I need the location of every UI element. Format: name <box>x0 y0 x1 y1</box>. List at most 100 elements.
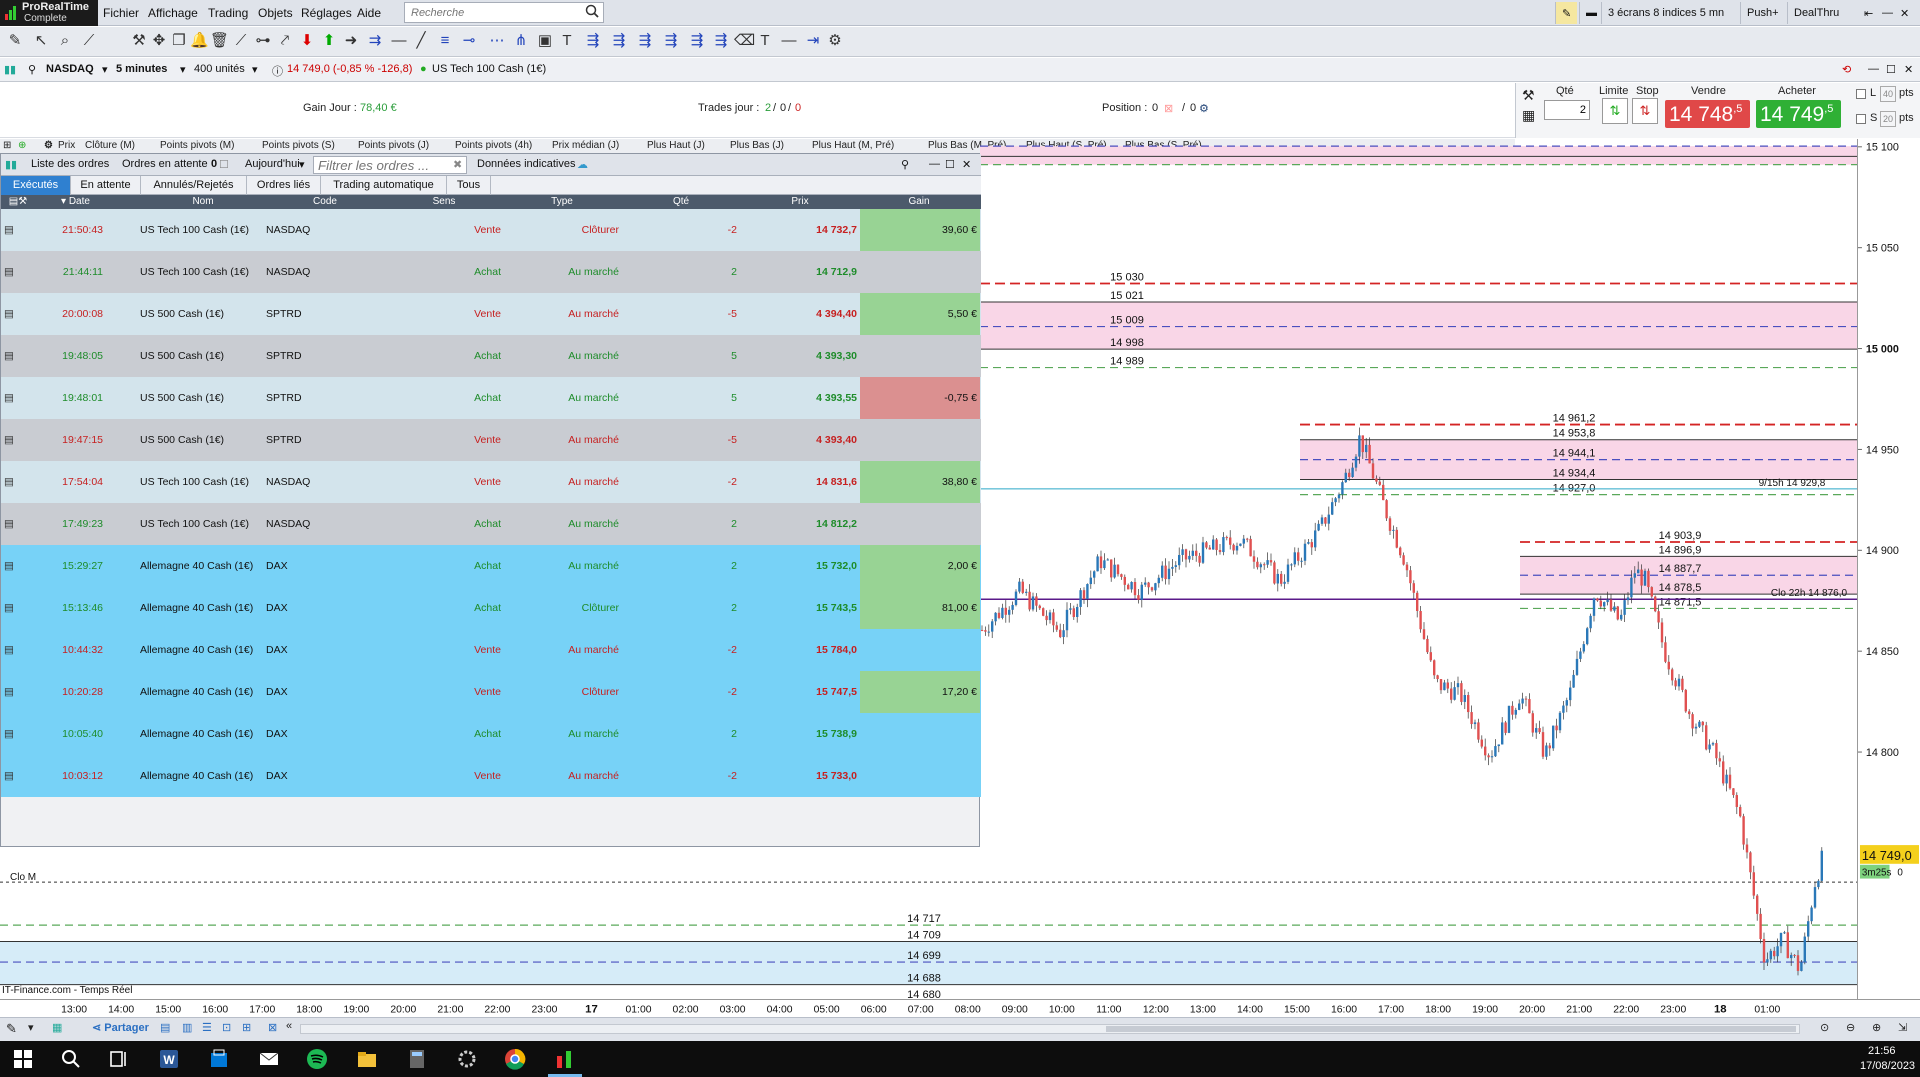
tab-tous[interactable]: Tous <box>447 176 491 195</box>
trendline-icon[interactable]: ⟋ <box>232 32 250 50</box>
table-row[interactable]: ▤ 21:50:43 US Tech 100 Cash (1€) NASDAQ Vent… <box>1 209 981 251</box>
trash-icon[interactable]: 🗑 <box>210 32 229 50</box>
table-row[interactable]: ▤ 10:03:12 Allemagne 40 Cash (1€) DAX Vente A… <box>1 755 981 797</box>
indicator-plus-icon[interactable]: ⊕ <box>18 140 26 151</box>
pen-icon[interactable]: ✎ <box>1555 2 1577 24</box>
pin-icon[interactable]: ⚲ <box>901 158 909 171</box>
scroll-left-icon[interactable]: « <box>286 1020 292 1032</box>
column-qte[interactable]: Qté <box>621 196 741 207</box>
arrow-up-icon[interactable]: ⬆ <box>320 32 338 50</box>
move-icon[interactable]: ✥ <box>150 32 168 50</box>
screener-icon[interactable]: ⊞ <box>242 1021 251 1034</box>
dealthru-button[interactable]: DealThru <box>1787 2 1845 24</box>
measure-icon[interactable]: ⇥ <box>804 32 822 50</box>
store-icon[interactable] <box>208 1048 230 1070</box>
table-row[interactable]: ▤ 17:54:04 US Tech 100 Cash (1€) NASDAQ Vent… <box>1 461 981 503</box>
table-row[interactable]: ▤ 15:13:46 Allemagne 40 Cash (1€) DAX Achat C… <box>1 587 981 629</box>
tab-ordres-lies[interactable]: Ordres liés <box>247 176 321 195</box>
word-icon[interactable]: W <box>158 1048 180 1070</box>
wand-icon[interactable]: ⚒ <box>130 32 148 50</box>
table-row[interactable]: ▤ 19:48:05 US 500 Cash (1€) SPTRD Achat Au ma… <box>1 335 981 377</box>
share-button[interactable]: ⋖ Partager <box>92 1021 149 1034</box>
eraser-icon[interactable]: ⌫ <box>734 32 755 50</box>
search-icon[interactable] <box>60 1048 82 1070</box>
limit-checkbox[interactable] <box>1856 89 1866 99</box>
price-chart[interactable]: 15 030 15 021 15 009 14 998 14 989 14 961,2 14… <box>980 139 1857 999</box>
column-nom[interactable]: Nom <box>141 196 265 207</box>
indicator-tool-icon[interactable]: ⊞ <box>3 140 11 151</box>
menu-objets[interactable]: Objets <box>258 6 293 20</box>
column-gain[interactable]: Gain <box>859 196 979 207</box>
indicator-tab[interactable]: Prix <box>58 140 75 151</box>
spotify-icon[interactable] <box>306 1048 328 1070</box>
columns-config-icon[interactable]: ▤⚒ <box>4 196 32 207</box>
tab-annules[interactable]: Annulés/Rejetés <box>141 176 247 195</box>
table-row[interactable]: ▤ 21:44:11 US Tech 100 Cash (1€) NASDAQ Acha… <box>1 251 981 293</box>
indicator-tab[interactable]: Points pivots (4h) <box>455 140 532 151</box>
units-select[interactable]: 400 unités <box>194 63 245 75</box>
timeframe-select[interactable]: 5 minutes <box>116 63 167 75</box>
code-icon[interactable]: ⊠ <box>268 1021 277 1034</box>
close-icon[interactable]: ✕ <box>962 158 971 171</box>
copy-icon[interactable]: ❐ <box>170 32 188 50</box>
chart-type-icon[interactable]: ▮▮ <box>4 63 16 76</box>
ruler-icon[interactable]: ⟋ <box>80 32 98 50</box>
minimize-icon[interactable]: — <box>1868 63 1879 75</box>
table-row[interactable]: ▤ 19:47:15 US 500 Cash (1€) SPTRD Vente Au ma… <box>1 419 981 461</box>
chart-icon[interactable]: ▥ <box>182 1021 192 1034</box>
table-icon[interactable]: ▤ <box>160 1021 170 1034</box>
pen-icon[interactable]: ✎ <box>6 1021 17 1037</box>
limit-order-button[interactable]: ⇅ <box>1602 98 1628 124</box>
indicator-tab[interactable]: Prix médian (J) <box>552 140 619 151</box>
close-position-icon[interactable]: ⊠ <box>1164 102 1173 115</box>
indicator-tab[interactable]: Plus Haut (J) <box>647 140 705 151</box>
chevron-down-icon[interactable]: ▾ <box>102 63 108 76</box>
table-row[interactable]: ▤ 17:49:23 US Tech 100 Cash (1€) NASDAQ Acha… <box>1 503 981 545</box>
calculator-icon[interactable]: ▦ <box>1522 107 1535 124</box>
table-row[interactable]: ▤ 10:20:28 Allemagne 40 Cash (1€) DAX Vente C… <box>1 671 981 713</box>
menu-reglages[interactable]: Réglages <box>301 6 352 20</box>
diag-line-icon[interactable]: ╱ <box>412 32 430 50</box>
stop-checkbox[interactable] <box>1856 114 1866 124</box>
column-date[interactable]: ▾ Date <box>61 196 141 207</box>
tab-trading-auto[interactable]: Trading automatique <box>321 176 447 195</box>
bell-icon[interactable]: 🔔 <box>190 32 209 50</box>
wave3-icon[interactable]: ⇶ <box>636 32 654 50</box>
segment-icon[interactable]: ⊶ <box>254 32 272 50</box>
note-tool-icon[interactable]: T <box>756 32 774 50</box>
chart-scrollbar[interactable] <box>300 1024 1800 1034</box>
chevron-down-icon[interactable]: ▾ <box>299 158 305 171</box>
text-tool-icon[interactable]: T <box>558 32 576 50</box>
search-icon[interactable] <box>585 4 599 18</box>
column-prix[interactable]: Prix <box>741 196 859 207</box>
link-icon[interactable]: ⚲ <box>28 63 36 76</box>
gear-icon[interactable]: ⚙ <box>1199 102 1209 115</box>
file-explorer-icon[interactable] <box>356 1048 378 1070</box>
calculator-icon[interactable] <box>406 1048 428 1070</box>
pitchfork-icon[interactable]: ⋔ <box>512 32 530 50</box>
chrome-icon[interactable] <box>504 1048 526 1070</box>
arrow-right-icon[interactable]: ➜ <box>342 32 360 50</box>
price-axis[interactable]: 15 100 15 050 15 000 14 950 14 900 14 850 14 8… <box>1857 139 1920 999</box>
stop-order-button[interactable]: ⇅ <box>1632 98 1658 124</box>
table-row[interactable]: ▤ 10:44:32 Allemagne 40 Cash (1€) DAX Vente A… <box>1 629 981 671</box>
wave2-icon[interactable]: ⇶ <box>610 32 628 50</box>
checkbox-icon[interactable]: ☐ <box>219 158 229 171</box>
wave-icon[interactable]: ⇶ <box>584 32 602 50</box>
wave5-icon[interactable]: ⇶ <box>688 32 706 50</box>
sync-icon[interactable]: ⟲ <box>1842 63 1851 76</box>
dash-icon[interactable]: — <box>780 32 798 50</box>
column-sens[interactable]: Sens <box>385 196 503 207</box>
maximize-icon[interactable]: ☐ <box>945 158 955 171</box>
zoom-in-icon[interactable]: ⊕ <box>1872 1021 1881 1034</box>
menu-affichage[interactable]: Affichage <box>148 6 198 20</box>
close-icon[interactable]: ✕ <box>1904 63 1913 76</box>
indicator-tab[interactable]: Points pivots (M) <box>160 140 234 151</box>
windows-start-icon[interactable] <box>12 1048 34 1070</box>
ray-icon[interactable]: ⤤ <box>276 32 294 50</box>
mail-icon[interactable] <box>258 1048 280 1070</box>
symbol-select[interactable]: NASDAQ <box>46 63 94 75</box>
tab-executes[interactable]: Exécutés <box>1 176 71 195</box>
indicative-data-label[interactable]: Données indicatives <box>477 158 575 170</box>
filter-input[interactable] <box>313 156 467 174</box>
